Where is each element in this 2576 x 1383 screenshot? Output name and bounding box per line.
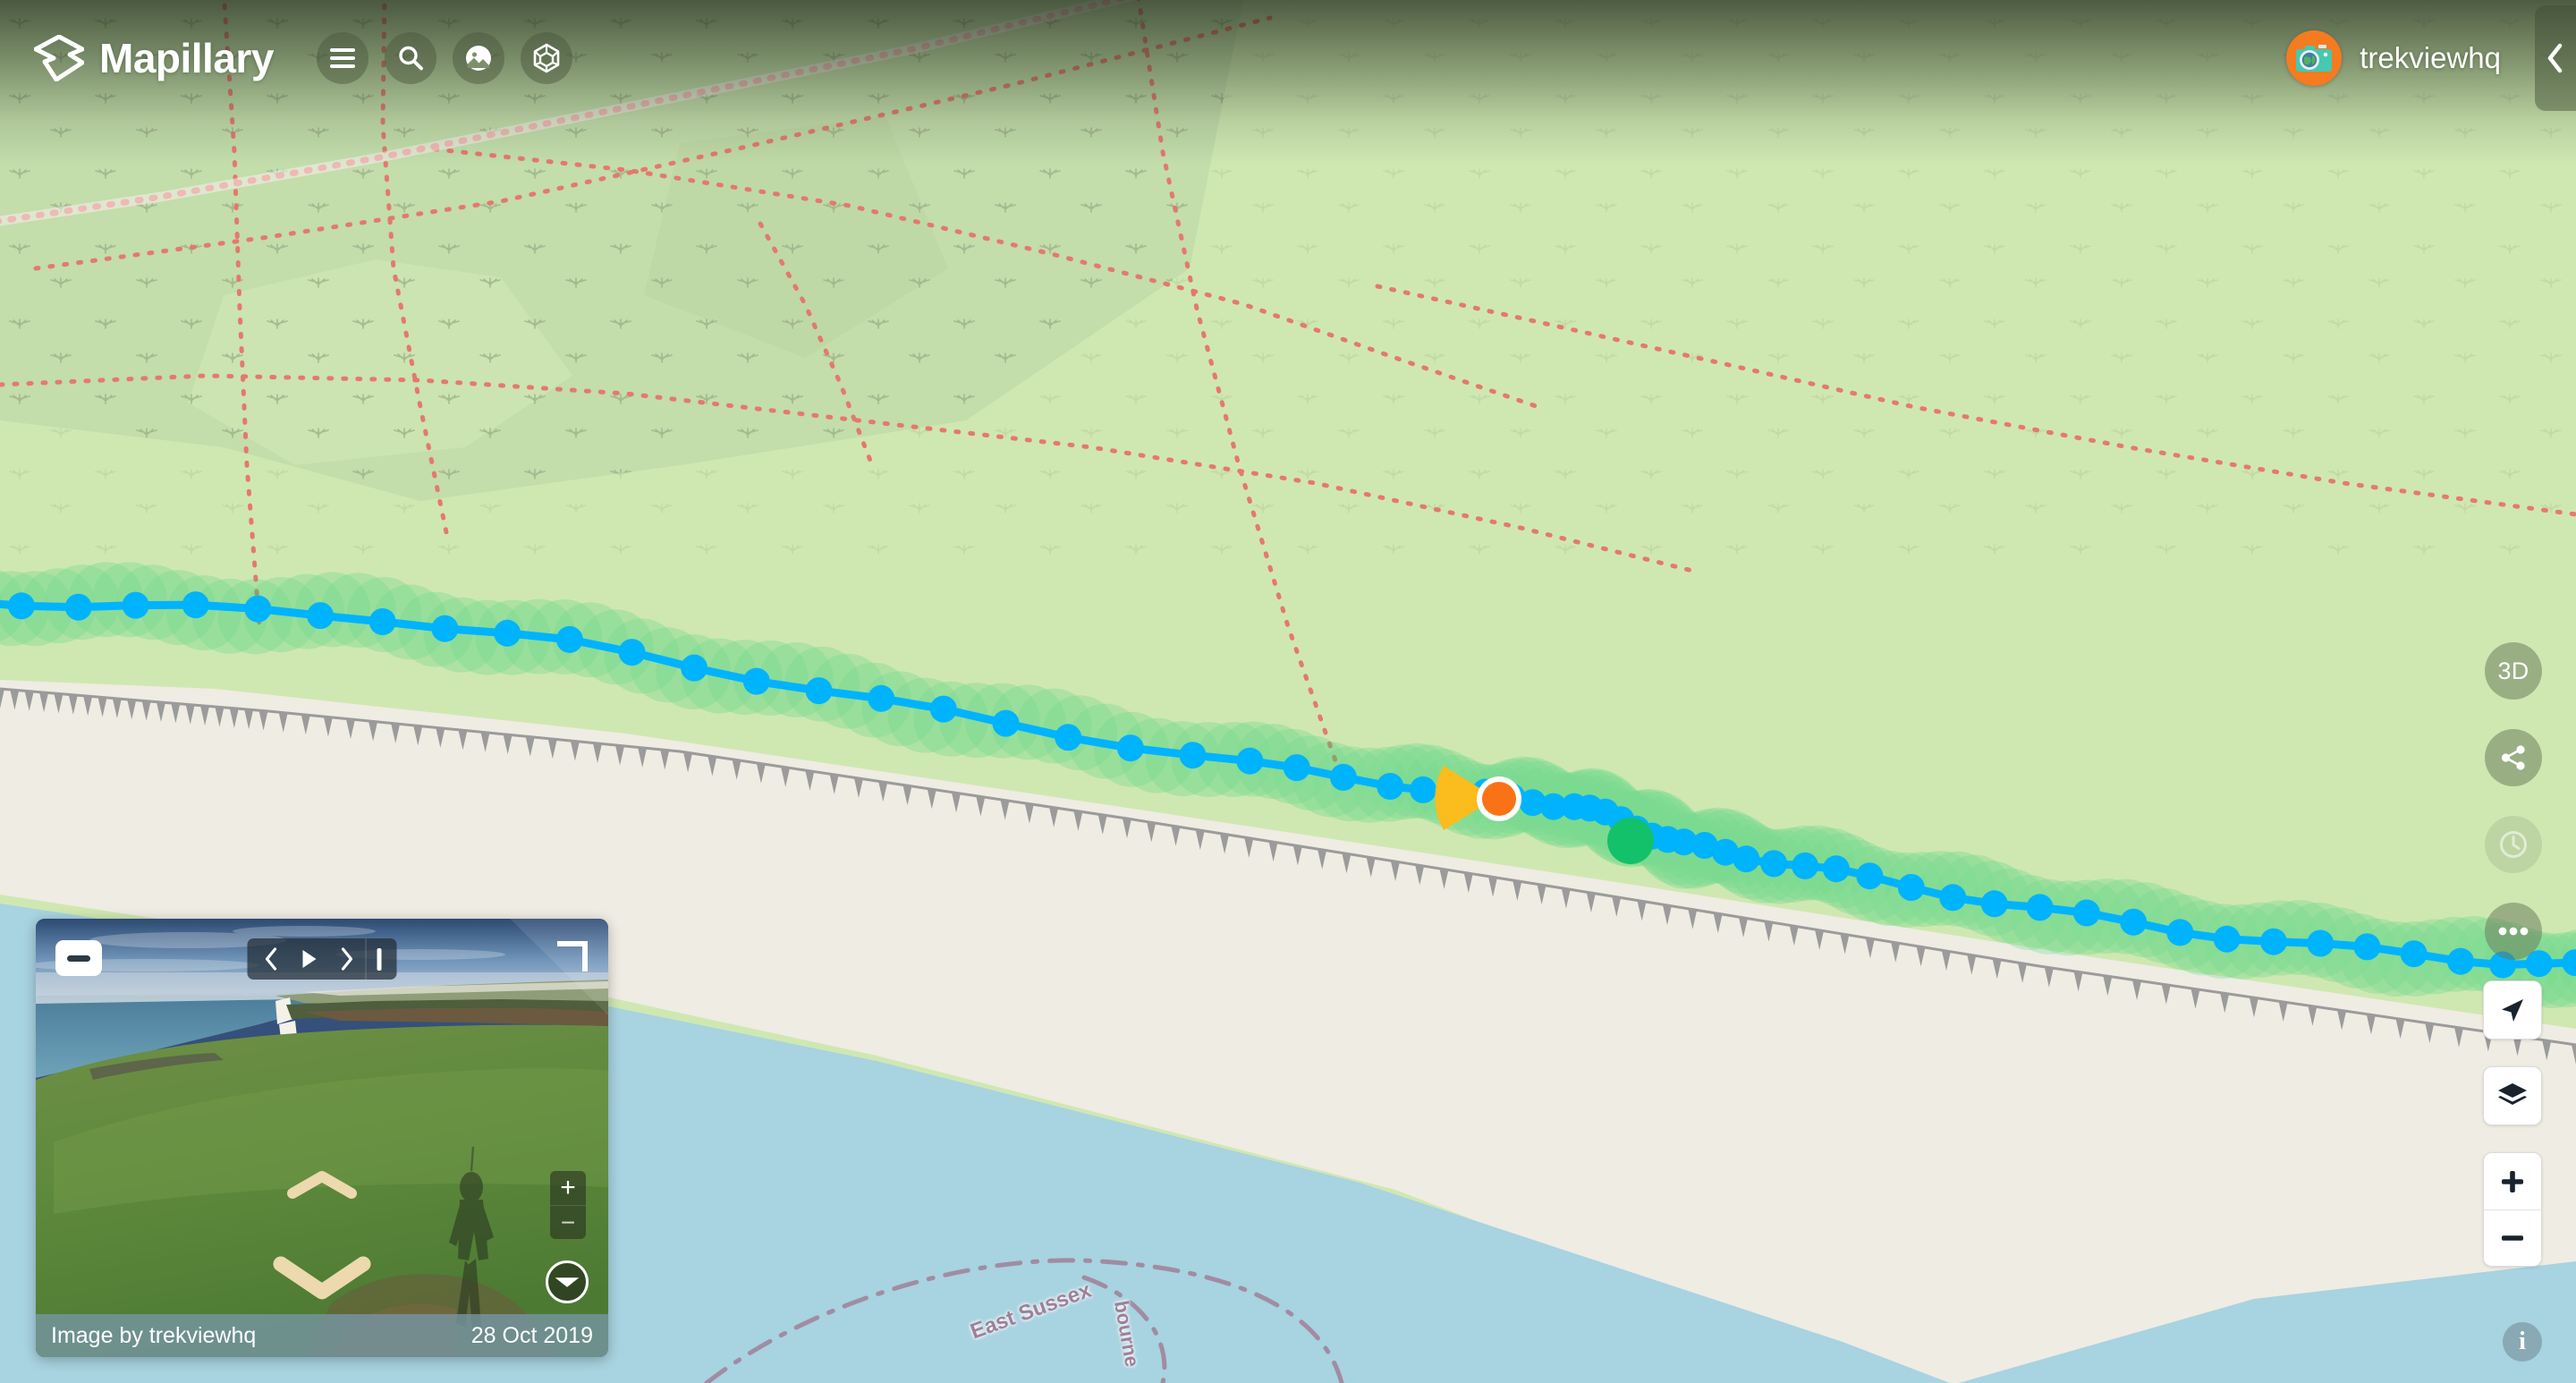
- zoom-out-button[interactable]: [2484, 1209, 2541, 1266]
- chevron-left-icon: [2547, 43, 2563, 73]
- clock-icon: [2500, 831, 2527, 858]
- chevron-down-icon: [273, 1256, 371, 1300]
- collapse-panel-button[interactable]: [2535, 5, 2576, 111]
- camera-globe-avatar-icon: [2296, 45, 2333, 72]
- avatar[interactable]: [2286, 30, 2343, 86]
- history-button[interactable]: [2485, 816, 2542, 873]
- user-area: trekviewhq: [2286, 0, 2576, 116]
- geolocate-button[interactable]: [2483, 980, 2542, 1039]
- 3d-objects-button[interactable]: [520, 32, 572, 84]
- image-viewer-panel[interactable]: + − Image by trekviewhq 28 Oct 2019: [36, 919, 608, 1357]
- viewer-zoom-in-button[interactable]: +: [550, 1171, 586, 1205]
- share-button[interactable]: [2485, 729, 2542, 786]
- viewer-compass[interactable]: [546, 1260, 589, 1303]
- mapillary-app: East Sussex bourne Mapillary trekviewhq …: [0, 0, 2576, 1383]
- layers-button-wrap: [2483, 1066, 2542, 1125]
- search-icon: [399, 46, 423, 71]
- navigation-arrow-icon: [2502, 999, 2523, 1022]
- brand[interactable]: Mapillary: [34, 34, 274, 82]
- info-icon: i: [2519, 1328, 2526, 1355]
- next-image-button[interactable]: [328, 938, 366, 980]
- chevron-up-icon: [287, 1171, 357, 1199]
- field-of-view-compass-icon: [555, 1277, 580, 1287]
- layers-button[interactable]: [2483, 1066, 2542, 1125]
- viewer-minimize-button[interactable]: [55, 940, 102, 976]
- mapillary-logo-icon: [34, 35, 84, 81]
- viewer-zoom-out-button[interactable]: −: [550, 1205, 586, 1239]
- 3d-toggle-label: 3D: [2497, 657, 2529, 684]
- jump-to-end-icon: [377, 947, 381, 971]
- viewer-expand-button[interactable]: [555, 938, 590, 979]
- cube-icon: [533, 43, 560, 73]
- hamburger-menu-icon: [329, 48, 355, 68]
- brand-name: Mapillary: [99, 35, 274, 81]
- jump-to-end-button[interactable]: [367, 938, 392, 980]
- more-options-button[interactable]: [2485, 903, 2542, 960]
- share-icon: [2501, 745, 2525, 770]
- chevron-right-icon: [341, 947, 353, 971]
- search-button[interactable]: [384, 32, 436, 84]
- play-icon: [302, 950, 317, 968]
- map-tools-rail: 3D: [2485, 642, 2542, 960]
- layers-icon: [2498, 1083, 2527, 1105]
- minimize-icon: [67, 955, 90, 962]
- play-sequence-button[interactable]: [291, 938, 328, 980]
- previous-image-button[interactable]: [253, 938, 291, 980]
- geolocate-button-wrap: [2483, 980, 2542, 1039]
- viewer-date: 28 Oct 2019: [470, 1322, 593, 1348]
- imagery-button[interactable]: [452, 32, 504, 84]
- viewer-nav-forward-button[interactable]: [287, 1169, 357, 1204]
- minus-icon: [2502, 1235, 2523, 1241]
- expand-corner-icon: [557, 941, 588, 971]
- photo-icon: [465, 46, 491, 71]
- zoom-in-button[interactable]: [2484, 1153, 2541, 1209]
- header-button-group: [316, 32, 572, 84]
- zoom-control-group: [2483, 1152, 2542, 1267]
- chevron-left-icon: [265, 947, 277, 971]
- viewer-playback-bar: [247, 938, 397, 980]
- 3d-toggle-button[interactable]: 3D: [2485, 642, 2542, 700]
- viewer-nav-backward-button[interactable]: [273, 1254, 371, 1305]
- viewer-zoom-control: + −: [550, 1171, 586, 1239]
- viewer-footer: Image by trekviewhq 28 Oct 2019: [36, 1314, 608, 1357]
- map-info-button[interactable]: i: [2503, 1322, 2542, 1362]
- app-header: Mapillary trekviewhq: [0, 0, 2576, 116]
- plus-icon: [2502, 1170, 2523, 1192]
- viewer-attribution: Image by trekviewhq: [51, 1322, 257, 1348]
- ellipsis-icon: [2498, 927, 2529, 936]
- username-label: trekviewhq: [2360, 41, 2501, 74]
- menu-button[interactable]: [316, 32, 369, 84]
